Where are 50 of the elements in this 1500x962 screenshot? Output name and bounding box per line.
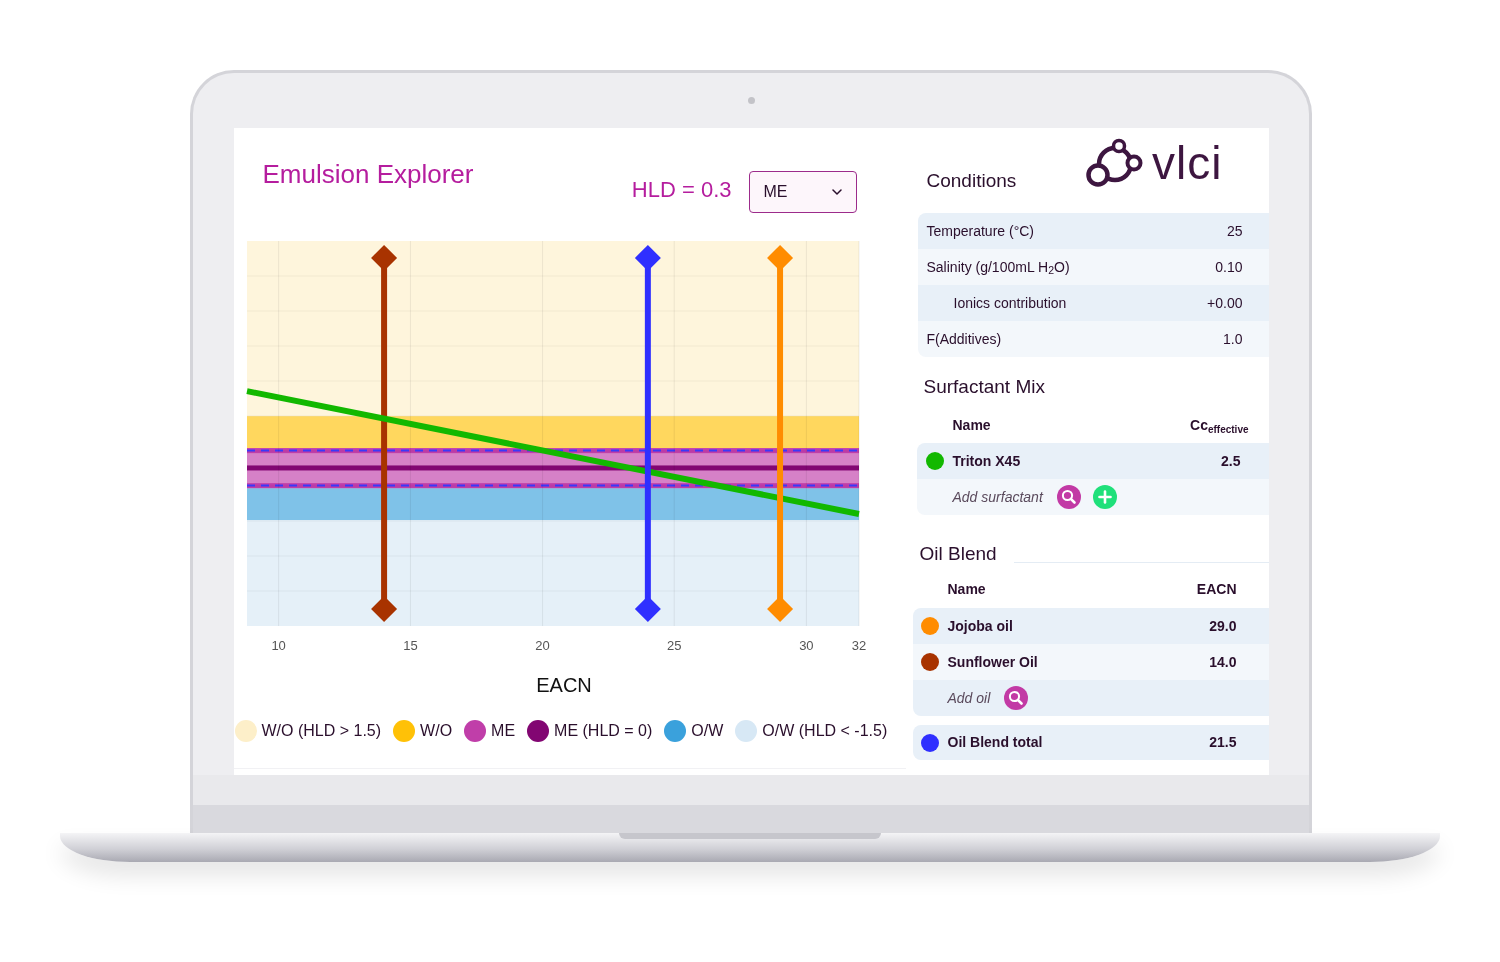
oil-name: Sunflower Oil [947, 652, 1038, 672]
add-oil-label: Add oil [947, 688, 991, 708]
section-title: Oil Blend [919, 542, 997, 566]
add-surfactant-label: Add surfactant [952, 487, 1043, 507]
section-title: Surfactant Mix [923, 375, 1045, 399]
x-tick-label: 32 [851, 638, 866, 653]
legend-label: O/W [691, 721, 724, 741]
legend-label: W/O [420, 721, 453, 741]
value-text: 29.0 [1209, 616, 1237, 636]
condition-label: Ionics contribution [953, 293, 1067, 313]
search-button[interactable] [1056, 485, 1081, 509]
x-tick-label: 30 [798, 638, 814, 653]
column-header: EACN [1196, 579, 1237, 599]
legend-label: W/O (HLD > 1.5) [261, 721, 382, 741]
column-header: Name [947, 579, 986, 599]
legend-label: ME [491, 721, 516, 741]
condition-label: Salinity (g/100mL H$_{2}$O) [926, 257, 1070, 278]
app-title: Emulsion Explorer [262, 159, 474, 189]
x-tick-label: 25 [666, 638, 681, 653]
plus-icon [1092, 485, 1117, 509]
search-button[interactable] [1004, 686, 1029, 710]
total-name: Oil Blend total [947, 733, 1043, 752]
surfactant-name: Triton X45 [952, 451, 1021, 471]
x-axis-title: EACN [535, 674, 592, 696]
condition-value: 1.0 [1223, 329, 1243, 349]
hld-readout: HLD = 0.3 [631, 176, 732, 204]
condition-label: F(Additives) [926, 329, 1002, 349]
x-tick-label: 15 [402, 638, 418, 653]
column-header: Cc$_{effective}$ [1190, 415, 1249, 436]
value-text: 2.5 [1221, 451, 1241, 471]
search-icon [1056, 485, 1081, 509]
condition-value: 25 [1226, 221, 1243, 241]
search-icon [1004, 686, 1029, 710]
value-text: 21.5 [1209, 733, 1237, 752]
section-title: Conditions [926, 170, 1017, 192]
legend-label: O/W (HLD < -1.5) [762, 721, 888, 741]
legend-label: ME (HLD = 0) [554, 721, 653, 741]
condition-label: Temperature (°C) [926, 221, 1034, 241]
column-header: Name [952, 415, 991, 435]
phase-dropdown[interactable]: ME [748, 171, 857, 213]
logo-icon [1086, 138, 1144, 187]
oil-name: Jojoba oil [947, 616, 1013, 636]
x-tick-label: 20 [534, 638, 550, 653]
condition-value: 0.10 [1215, 257, 1243, 277]
camera-icon [747, 97, 755, 104]
condition-value: +0.00 [1207, 293, 1243, 313]
chevron-down-icon [831, 189, 842, 195]
x-tick-label: 10 [270, 638, 286, 653]
logo-text: vlci [1152, 138, 1223, 187]
value-text: 14.0 [1209, 652, 1237, 672]
